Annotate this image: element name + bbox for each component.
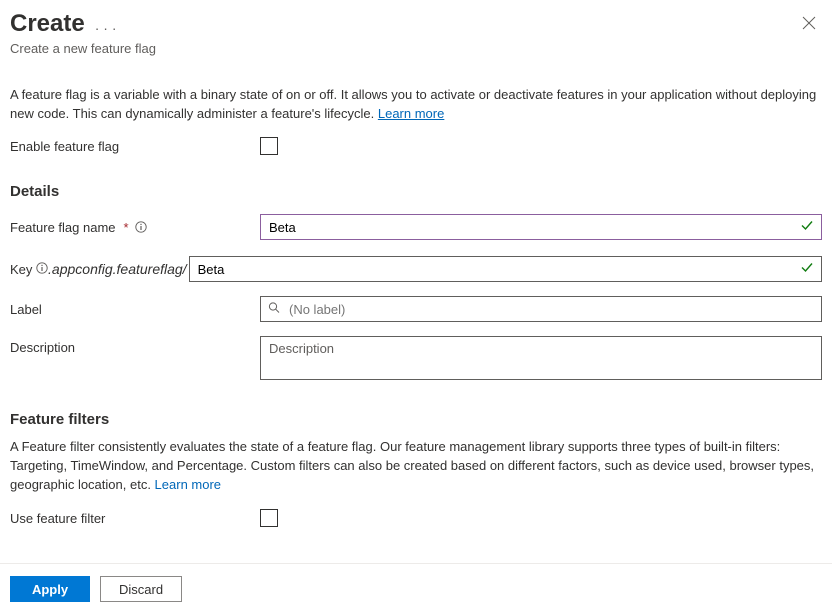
page-subtitle: Create a new feature flag [10, 41, 822, 56]
page-title: Create [10, 10, 85, 39]
use-feature-filter-checkbox[interactable] [260, 509, 278, 527]
more-icon[interactable]: · · · [95, 20, 117, 36]
checkmark-icon [800, 219, 814, 236]
intro-learn-more-link[interactable]: Learn more [378, 106, 444, 121]
feature-filters-text: A Feature filter consistently evaluates … [10, 438, 822, 495]
search-icon [268, 302, 280, 317]
feature-flag-name-label-text: Feature flag name [10, 220, 116, 235]
enable-feature-flag-checkbox[interactable] [260, 137, 278, 155]
use-feature-filter-label: Use feature filter [10, 511, 260, 526]
feature-flag-name-input[interactable] [260, 214, 822, 240]
key-label: Key [10, 262, 32, 277]
feature-filters-heading: Feature filters [10, 411, 822, 428]
details-heading: Details [10, 183, 822, 200]
label-input[interactable] [260, 296, 822, 322]
close-icon[interactable] [802, 16, 816, 33]
filters-learn-more-link[interactable]: Learn more [155, 477, 221, 492]
description-label: Description [10, 336, 260, 355]
key-prefix: .appconfig.featureflag/ [48, 261, 187, 277]
description-textarea[interactable] [260, 336, 822, 380]
enable-feature-flag-label: Enable feature flag [10, 139, 260, 154]
checkmark-icon [800, 261, 814, 278]
apply-button[interactable]: Apply [10, 576, 90, 602]
label-field-label: Label [10, 302, 260, 317]
intro-text: A feature flag is a variable with a bina… [10, 86, 822, 124]
discard-button[interactable]: Discard [100, 576, 182, 602]
feature-filters-body: A Feature filter consistently evaluates … [10, 439, 814, 492]
key-input[interactable] [189, 256, 822, 282]
info-icon[interactable] [135, 221, 147, 233]
feature-flag-name-label: Feature flag name * [10, 220, 260, 235]
info-icon[interactable] [36, 262, 48, 274]
required-asterisk: * [124, 220, 129, 235]
